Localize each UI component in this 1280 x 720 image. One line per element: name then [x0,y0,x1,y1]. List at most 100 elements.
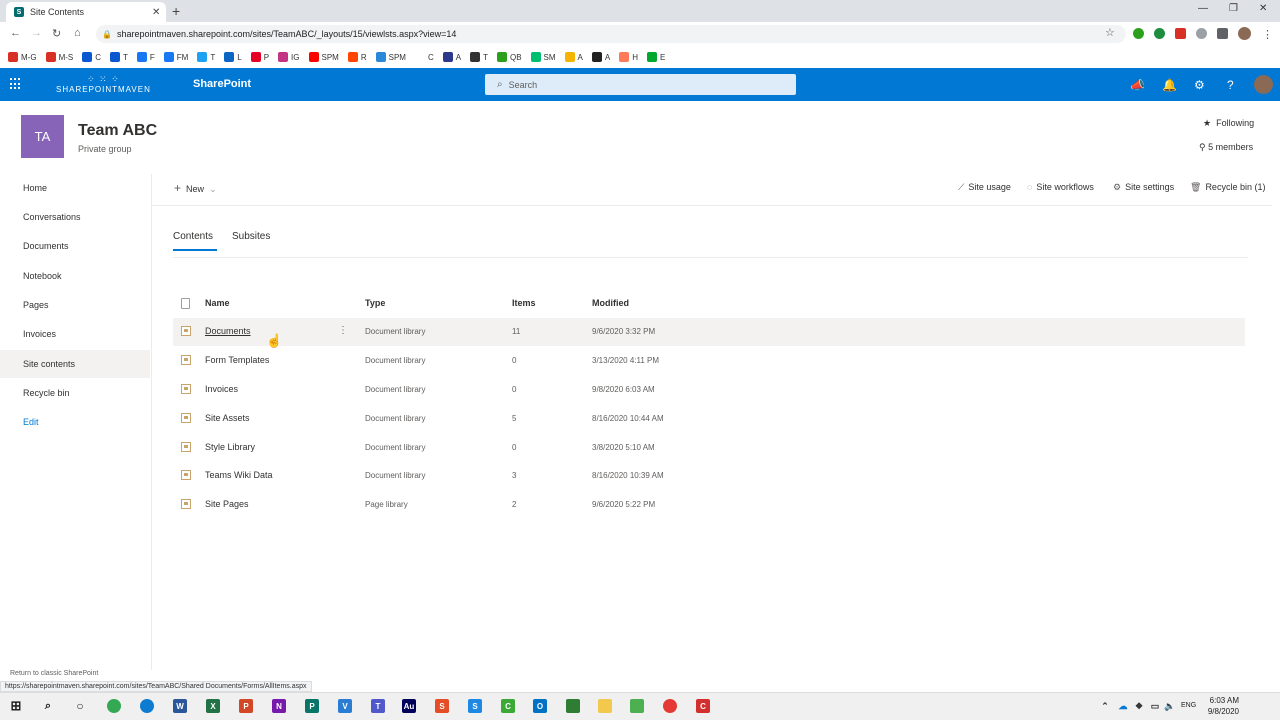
bookmark-item[interactable]: T [197,52,215,62]
bookmark-item[interactable]: T [110,52,128,62]
calculator-icon[interactable] [566,699,580,713]
bookmark-item[interactable]: R [347,52,367,62]
list-item[interactable]: Site Pages Page library 2 9/6/2020 5:22 PM [173,491,1245,519]
address-bar[interactable]: 🔒 sharepointmaven.sharepoint.com/sites/T… [96,25,1126,43]
bookmark-item[interactable]: M-S [45,52,73,62]
visio-icon[interactable]: V [338,699,352,713]
chevron-up-icon[interactable]: ⌃ [1098,699,1112,713]
list-item[interactable]: Site Assets Document library 5 8/16/2020 10… [173,405,1245,433]
column-header-items[interactable]: Items [512,298,536,308]
puzzle-icon[interactable] [1217,28,1228,39]
sharepointmaven-logo[interactable]: ⁘ ⁙ ⁘ SHAREPOINTMAVEN [56,74,151,94]
language-indicator[interactable]: ENG [1181,702,1196,709]
back-icon[interactable]: ← [10,27,21,39]
more-options-icon[interactable]: ⋮ [338,325,348,336]
site-workflows-button[interactable]: ◌ Site workflows [1027,182,1094,192]
extension-icon[interactable] [1196,28,1207,39]
tab-subsites[interactable]: Subsites [232,231,270,242]
avatar[interactable] [1254,75,1273,94]
help-icon[interactable]: ? [1227,78,1234,92]
camtasia-icon[interactable]: C [501,699,515,713]
column-header-type[interactable]: Type [365,298,385,308]
list-item-name[interactable]: Form Templates [205,355,269,365]
list-item[interactable]: Documents ⋮ Document library 11 9/6/2020 3:3… [173,318,1245,346]
nav-edit-link[interactable]: Edit [0,408,150,436]
list-item-name[interactable]: Documents [205,326,251,336]
bookmark-item[interactable]: F [136,52,155,62]
list-item[interactable]: Style Library Document library 0 3/8/2020 5… [173,434,1245,462]
bookmark-item[interactable]: QB [496,52,522,62]
search-icon[interactable]: ⌕ [41,699,55,713]
browser-tab[interactable]: S Site Contents ✕ [6,2,166,22]
extension-icon[interactable] [1154,28,1165,39]
column-header-modified[interactable]: Modified [592,298,629,308]
nav-item-conversations[interactable]: Conversations [0,203,150,231]
audition-icon[interactable]: Au [402,699,416,713]
bookmark-item[interactable]: IG [278,52,300,62]
nav-item-site-contents[interactable]: Site contents [0,350,150,378]
bookmark-item[interactable]: A [591,52,610,62]
new-button[interactable]: + New ⌄ [174,181,217,195]
forward-icon[interactable]: → [31,27,42,39]
bookmark-item[interactable]: A [564,52,583,62]
site-name[interactable]: Team ABC [78,122,157,140]
chrome-icon[interactable] [107,699,121,713]
following-button[interactable]: ★ Following [1203,118,1254,129]
megaphone-icon[interactable]: 📣 [1130,78,1145,92]
column-header-name[interactable]: Name [205,298,230,308]
search-box[interactable]: ⌕ Search [485,74,796,95]
list-item-name[interactable]: Site Pages [205,499,249,509]
tab-contents[interactable]: Contents [173,231,213,242]
home-icon[interactable]: ⌂ [74,27,81,39]
file-type-icon[interactable] [181,298,190,309]
bookmark-item[interactable]: A [442,52,461,62]
file-explorer-icon[interactable] [598,699,612,713]
onedrive-icon[interactable]: ☁ [1116,699,1130,713]
bookmark-item[interactable]: SPM [375,52,406,62]
list-item-name[interactable]: Invoices [205,384,238,394]
extension-icon[interactable] [1133,28,1144,39]
dropbox-icon[interactable]: ❖ [1132,699,1146,713]
nav-item-home[interactable]: Home [0,174,150,202]
excel-icon[interactable]: X [206,699,220,713]
site-settings-button[interactable]: ⚙ Site settings [1113,182,1174,193]
bell-icon[interactable]: 🔔 [1162,78,1177,92]
list-item[interactable]: Invoices Document library 0 9/8/2020 6:03 A… [173,376,1245,404]
list-item[interactable]: Teams Wiki Data Document library 3 8/16/202… [173,462,1245,490]
clock[interactable]: 6:03 AM 9/8/2020 [1205,695,1239,717]
nav-item-recycle-bin[interactable]: Recycle bin [0,379,150,407]
bookmark-item[interactable]: E [647,52,665,62]
site-usage-button[interactable]: ⟋ Site usage [958,182,1011,193]
bookmark-item[interactable]: P [250,52,269,62]
bookmark-item[interactable]: C [414,52,434,62]
members-button[interactable]: ⚲ 5 members [1199,142,1253,153]
bookmark-item[interactable]: C [82,52,101,62]
recycle-bin-button[interactable]: 🗑 Recycle bin (1) [1190,182,1265,193]
site-logo[interactable]: TA [21,115,64,158]
profile-avatar[interactable] [1238,27,1251,40]
edge-icon[interactable] [140,699,154,713]
bookmark-item[interactable]: L [224,52,242,62]
bookmark-item[interactable]: T [470,52,488,62]
sharepoint-app-name[interactable]: SharePoint [193,78,251,90]
list-item[interactable]: Form Templates Document library 0 3/13/2020… [173,347,1245,375]
bookmark-item[interactable]: M-G [8,52,37,62]
word-icon[interactable]: W [173,699,187,713]
bookmark-item[interactable]: H [619,52,638,62]
teams-icon[interactable]: T [371,699,385,713]
powerpoint-icon[interactable]: P [239,699,253,713]
bookmark-item[interactable]: FM [163,52,188,62]
reload-icon[interactable]: ↻ [52,27,61,40]
gear-icon[interactable]: ⚙ [1194,78,1205,92]
skype-icon[interactable]: S [468,699,482,713]
nav-item-notebook[interactable]: Notebook [0,262,150,290]
close-window-icon[interactable]: ✕ [1259,3,1267,14]
notepad-icon[interactable] [630,699,644,713]
windows-start-icon[interactable]: ⊞ [9,698,23,713]
nav-item-pages[interactable]: Pages [0,291,150,319]
publisher-icon[interactable]: P [305,699,319,713]
chrome-menu-icon[interactable]: ⋮ [1262,28,1273,41]
new-tab-icon[interactable]: + [172,3,180,19]
bookmark-star-icon[interactable]: ☆ [1105,26,1115,39]
app-launcher-icon[interactable] [10,78,22,90]
